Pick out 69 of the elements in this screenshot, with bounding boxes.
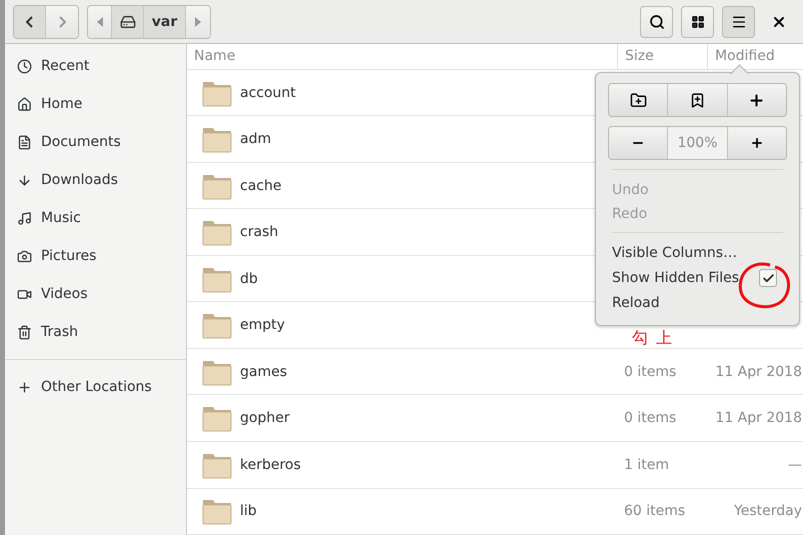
download-icon — [17, 172, 32, 188]
file-size: 60 items — [624, 503, 686, 520]
right-triangle-icon — [194, 16, 202, 26]
scroll-right-button[interactable] — [186, 6, 210, 38]
file-name: cache — [240, 178, 282, 194]
disk-path-button[interactable] — [112, 6, 144, 38]
bookmark-button[interactable] — [668, 84, 728, 116]
plus-icon — [750, 136, 764, 150]
sidebar-item[interactable]: Trash — [5, 313, 186, 351]
left-triangle-icon — [96, 16, 104, 26]
back-button[interactable] — [14, 6, 46, 38]
menu-item[interactable]: Show Hidden Files — [612, 270, 740, 286]
file-name: gopher — [240, 410, 290, 426]
trash-icon — [17, 324, 32, 340]
file-name: adm — [240, 131, 272, 148]
file-row[interactable]: lib 60 items Yesterday — [187, 488, 803, 535]
camera-icon — [17, 248, 32, 264]
file-modified: Yesterday — [734, 503, 802, 520]
sidebar-item[interactable]: Downloads — [5, 161, 186, 199]
file-size: 1 item — [624, 456, 669, 473]
file-modified: 11 Apr 2018 — [715, 410, 802, 426]
zoom-level: 100% — [668, 127, 728, 159]
clock-icon — [17, 58, 32, 74]
music-note-icon — [17, 210, 32, 226]
file-name: lib — [240, 503, 257, 520]
search-icon — [648, 14, 664, 30]
file-size: 0 items — [624, 410, 676, 426]
new-folder-button[interactable] — [609, 84, 668, 116]
checkbox[interactable] — [759, 269, 777, 287]
handwritten-note: 勾上 — [632, 330, 680, 346]
menu-icon — [730, 14, 746, 30]
folder-plus-icon — [630, 92, 647, 108]
sidebar-item[interactable]: Pictures — [5, 237, 186, 275]
document-icon — [17, 134, 32, 150]
grid-icon — [690, 14, 704, 28]
sidebar-item[interactable]: Music — [5, 199, 186, 237]
grid-view-button[interactable] — [681, 6, 714, 38]
folder-icon — [202, 404, 232, 432]
sidebar-item[interactable]: Videos — [5, 275, 186, 313]
sidebar-item[interactable]: Other Locations — [5, 368, 186, 406]
file-name: account — [240, 84, 296, 101]
file-name: kerberos — [240, 456, 301, 473]
new-tab-button[interactable] — [728, 84, 786, 116]
forward-icon — [58, 16, 66, 28]
folder-icon — [202, 497, 232, 526]
back-icon — [26, 16, 33, 28]
folder-icon — [202, 125, 232, 154]
file-row[interactable]: kerberos 1 item — — [187, 442, 803, 489]
sidebar-item[interactable]: Home — [5, 85, 186, 123]
file-row[interactable]: games 0 items 11 Apr 2018 — [187, 348, 803, 396]
search-button[interactable] — [640, 6, 673, 38]
file-name: crash — [240, 224, 278, 240]
file-name: empty — [240, 317, 285, 334]
sidebar-item[interactable]: Documents — [5, 123, 186, 161]
menu-button[interactable] — [722, 6, 755, 38]
folder-icon — [202, 311, 232, 340]
sidebar-item[interactable]: Recent — [5, 47, 186, 85]
home-icon — [17, 96, 32, 112]
path-button[interactable]: var — [144, 6, 186, 38]
file-modified: — — [788, 456, 802, 473]
folder-icon — [202, 218, 232, 246]
file-name: games — [240, 364, 288, 380]
file-name: db — [240, 270, 258, 287]
file-row[interactable]: gopher 0 items 11 Apr 2018 — [187, 395, 803, 442]
plus-icon — [17, 380, 32, 394]
file-modified: 11 Apr 2018 — [715, 364, 802, 380]
check-icon — [762, 272, 774, 284]
plus-icon — [748, 92, 766, 108]
file-size: 0 items — [624, 364, 676, 380]
